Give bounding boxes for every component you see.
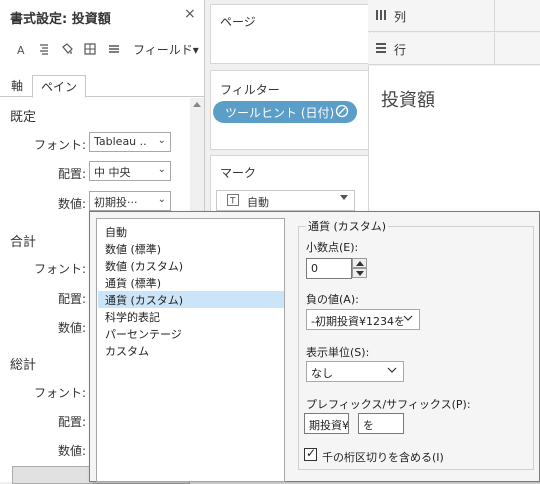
format-pane-title: 書式設定: 投資額 [10,12,111,27]
display-units-dropdown[interactable]: なし [306,361,404,382]
prefix-input[interactable]: 期投資¥ [304,413,349,434]
shelf-divider [494,33,495,65]
negative-label: 負の値(A): [306,293,359,306]
alignment-label: 配置: [57,167,86,181]
list-item[interactable]: 通貨 (標準) [98,274,284,291]
checkmark-icon: ✓ [306,446,317,460]
shelf-divider [494,0,495,32]
number-label: 数値: [57,197,86,211]
alignment-label: 配置: [57,415,86,429]
chevron-down-icon: ⌄ [157,135,166,146]
display-units-label: 表示単位(S): [306,346,370,359]
columns-label: 列 [394,10,407,24]
list-item[interactable]: 数値 (標準) [98,240,284,257]
list-item[interactable]: パーセンテージ [98,325,284,342]
chevron-down-icon: ⌄ [157,164,166,175]
align-icon[interactable] [36,38,52,60]
arrow-up-icon [356,261,364,266]
view-title: 投資額 [381,90,435,111]
marks-title: マーク [220,166,257,180]
filter-pill-label: ツールヒント (日付) [225,106,335,120]
chevron-down-icon: ⌄ [157,194,166,205]
caret-down-icon [340,195,348,200]
chevron-down-icon [403,312,413,324]
marks-type-dropdown[interactable]: T 自動 [216,190,355,211]
filter-pill[interactable]: ツールヒント (日付) [213,101,357,123]
font-dropdown-value: Tableau .. [94,135,147,148]
thousands-separator-checkbox[interactable]: ✓ [304,446,317,461]
filters-title: フィルター [220,83,280,97]
rows-icon [375,42,387,54]
arrow-down-icon [356,271,364,276]
rows-shelf[interactable]: 行 [368,33,540,65]
filter-pill-icon[interactable] [335,104,349,118]
spin-down-button[interactable] [352,268,367,278]
prefix-suffix-label: プレフィックス/サフィックス(P): [306,398,471,411]
font-label: フォント: [33,138,86,152]
list-item[interactable]: カスタム [98,342,284,359]
format-type-list[interactable]: 自動 数値 (標準) 数値 (カスタム) 通貨 (標準) 通貨 (カスタム) 科… [96,218,285,482]
tab-pane[interactable]: ペイン [32,75,86,98]
options-group-title: 通貨 (カスタム) [306,218,389,234]
pages-title: ページ [220,15,256,29]
rows-label: 行 [394,43,407,57]
close-icon[interactable]: × [184,6,196,22]
format-toolbar: A フィールド▾ [0,38,204,62]
display-units-value: なし [311,367,333,380]
alignment-dropdown[interactable]: 中 中央 ⌄ [89,161,171,181]
list-item[interactable]: 科学的表記 [98,308,284,325]
font-dropdown[interactable]: Tableau .. ⌄ [89,132,171,152]
decimal-label: 小数点(E): [306,241,359,254]
list-item[interactable]: 自動 [98,223,284,240]
tab-axis[interactable]: 軸 [2,75,32,97]
number-label: 数値: [57,444,86,458]
negative-dropdown[interactable]: -初期投資¥1234を [306,309,420,330]
svg-text:A: A [17,44,25,55]
scroll-up-icon[interactable] [193,102,201,107]
decimal-input[interactable]: 0 [306,258,352,279]
pages-card[interactable]: ページ [210,4,370,64]
text-mark-icon: T [227,194,239,206]
number-label: 数値: [57,321,86,335]
format-tabs: 軸 ペイン [0,75,204,98]
font-label: フォント: [33,386,86,400]
chevron-down-icon [387,364,397,376]
shading-icon[interactable] [58,38,76,60]
columns-shelf[interactable]: 列 [368,0,540,32]
spin-up-button[interactable] [352,258,367,268]
number-dropdown-value: 初期投··· [94,196,138,209]
borders-icon[interactable] [82,38,98,60]
suffix-input[interactable]: を [358,413,404,434]
alignment-dropdown-value: 中 中央 [94,166,131,179]
list-item-selected[interactable]: 通貨 (カスタム) [98,291,284,308]
svg-text:T: T [229,197,236,207]
marks-type-value: 自動 [247,196,269,209]
thousands-separator-label: 千の桁区切りを含める(I) [322,451,444,464]
field-dropdown[interactable]: フィールド▾ [133,41,199,58]
negative-dropdown-value: -初期投資¥1234を [311,315,405,328]
list-item[interactable]: 数値 (カスタム) [98,257,284,274]
section-heading-grand-totals: 総計 [10,358,37,373]
font-icon[interactable]: A [14,38,30,60]
alignment-label: 配置: [57,292,86,306]
lines-icon[interactable] [106,38,122,60]
section-heading-totals: 合計 [10,235,37,250]
number-dropdown[interactable]: 初期投··· ⌄ [89,191,171,211]
font-label: フォント: [33,262,86,276]
columns-icon [375,9,387,21]
section-heading-default: 既定 [10,110,37,125]
